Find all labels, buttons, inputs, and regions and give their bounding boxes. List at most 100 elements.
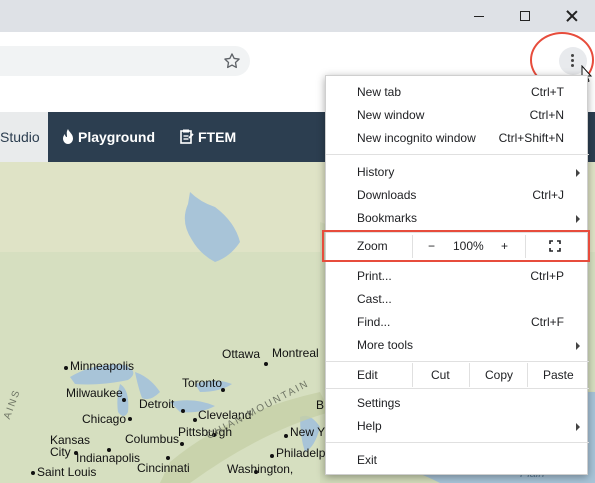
menu-separator: [326, 361, 589, 362]
maximize-icon: [520, 11, 530, 21]
menu-item-label: Downloads: [357, 188, 417, 202]
submenu-arrow-icon: [576, 342, 580, 350]
zoom-out-button[interactable]: −: [428, 239, 435, 253]
zoom-label: Zoom: [357, 239, 388, 253]
menu-separator: [326, 154, 589, 155]
menu-item-bookmarks[interactable]: Bookmarks: [326, 207, 589, 230]
nav-item-studio-label: Studio: [0, 129, 40, 145]
menu-separator: [326, 442, 589, 443]
menu-separator: [326, 388, 589, 389]
map-label-cincinnati: Cincinnati: [137, 461, 190, 475]
menu-item-find[interactable]: Find... Ctrl+F: [326, 311, 589, 334]
menu-item-label: New incognito window: [357, 131, 476, 145]
city-dot: [31, 471, 35, 475]
nav-item-ftem[interactable]: FTEM: [180, 112, 236, 162]
menu-item-label: Settings: [357, 396, 401, 410]
city-dot: [284, 434, 288, 438]
map-label-new-york: New Y: [290, 425, 326, 439]
map-label-edge-b: B: [316, 398, 325, 412]
fullscreen-icon[interactable]: [549, 240, 561, 252]
city-dot: [264, 362, 268, 366]
city-dot: [128, 417, 132, 421]
menu-item-label: New window: [357, 108, 425, 122]
menu-separator: [326, 261, 589, 262]
paste-button[interactable]: Paste: [543, 368, 574, 382]
minimize-button[interactable]: [456, 0, 502, 32]
map-label-saint-louis: Saint Louis: [37, 465, 97, 479]
clipboard-icon: [180, 129, 194, 144]
map-label-chicago: Chicago: [82, 412, 127, 426]
menu-item-label: More tools: [357, 338, 414, 352]
map-label-minneapolis: Minneapolis: [70, 359, 135, 373]
menu-item-more-tools[interactable]: More tools: [326, 334, 589, 357]
city-dot: [180, 442, 184, 446]
zoom-in-button[interactable]: +: [501, 239, 508, 253]
menu-item-exit[interactable]: Exit: [326, 449, 589, 472]
flame-icon: [63, 129, 73, 144]
kebab-menu-icon: [571, 54, 575, 68]
menu-item-label: Help: [357, 419, 382, 433]
window-title-bar: [0, 0, 595, 32]
zoom-level: 100%: [453, 239, 484, 253]
menu-item-shortcut: Ctrl+J: [532, 188, 564, 202]
close-icon: [566, 10, 578, 22]
submenu-arrow-icon: [576, 169, 580, 177]
edit-divider: [469, 363, 470, 387]
menu-item-history[interactable]: History: [326, 161, 589, 184]
copy-button[interactable]: Copy: [485, 368, 513, 382]
address-bar[interactable]: [0, 46, 250, 76]
menu-item-shortcut: Ctrl+T: [531, 85, 564, 99]
map-label-ottawa: Ottawa: [222, 347, 261, 361]
nav-item-studio[interactable]: Studio: [0, 112, 48, 162]
nav-item-playground-label: Playground: [78, 129, 156, 145]
submenu-arrow-icon: [576, 423, 580, 431]
menu-item-label: New tab: [357, 85, 402, 99]
menu-item-downloads[interactable]: Downloads Ctrl+J: [326, 184, 589, 207]
zoom-divider: [525, 235, 526, 258]
menu-item-cast[interactable]: Cast...: [326, 288, 589, 311]
menu-item-shortcut: Ctrl+N: [529, 108, 564, 122]
menu-item-label: Find...: [357, 315, 391, 329]
city-dot: [270, 454, 274, 458]
menu-item-label: Bookmarks: [357, 211, 418, 225]
map-label-milwaukee: Milwaukee: [66, 386, 123, 400]
menu-item-shortcut: Ctrl+P: [530, 269, 564, 283]
minimize-icon: [474, 15, 484, 17]
nav-item-playground[interactable]: Playground: [62, 112, 155, 162]
map-label-toronto: Toronto: [182, 376, 223, 390]
menu-item-settings[interactable]: Settings: [326, 392, 589, 415]
submenu-arrow-icon: [576, 215, 580, 223]
menu-item-label: History: [357, 165, 395, 179]
city-dot: [254, 470, 258, 474]
menu-item-new-tab[interactable]: New tab Ctrl+T: [326, 81, 589, 104]
menu-edit-row: Edit Cut Copy Paste: [326, 363, 589, 387]
cut-button[interactable]: Cut: [431, 368, 450, 382]
city-dot: [193, 418, 197, 422]
edit-divider: [412, 363, 413, 387]
map-label-montreal: Montreal: [272, 346, 319, 360]
city-dot: [166, 456, 170, 460]
city-dot: [181, 409, 185, 413]
menu-item-help[interactable]: Help: [326, 415, 589, 438]
maximize-button[interactable]: [502, 0, 548, 32]
map-label-indianapolis: Indianapolis: [76, 451, 141, 465]
menu-zoom-row: Zoom − 100% +: [326, 233, 589, 260]
star-icon[interactable]: [222, 51, 242, 71]
menu-item-print[interactable]: Print... Ctrl+P: [326, 265, 589, 288]
edit-divider: [527, 363, 528, 387]
chrome-main-menu: New tab Ctrl+T New window Ctrl+N New inc…: [325, 75, 589, 475]
map-label-philadelphia: Philadelph: [276, 446, 333, 460]
menu-item-shortcut: Ctrl+Shift+N: [498, 131, 564, 145]
map-label-washington: Washington,: [227, 462, 294, 476]
menu-item-label: Cast...: [357, 292, 392, 306]
close-button[interactable]: [549, 0, 595, 32]
menu-item-new-incognito-window[interactable]: New incognito window Ctrl+Shift+N: [326, 127, 589, 150]
zoom-divider: [412, 235, 413, 258]
map-label-columbus: Columbus: [125, 432, 180, 446]
edit-label: Edit: [357, 368, 378, 382]
menu-item-new-window[interactable]: New window Ctrl+N: [326, 104, 589, 127]
map-label-city: City: [50, 445, 71, 459]
menu-item-shortcut: Ctrl+F: [531, 315, 564, 329]
nav-item-ftem-label: FTEM: [198, 129, 237, 145]
menu-item-label: Exit: [357, 453, 378, 467]
